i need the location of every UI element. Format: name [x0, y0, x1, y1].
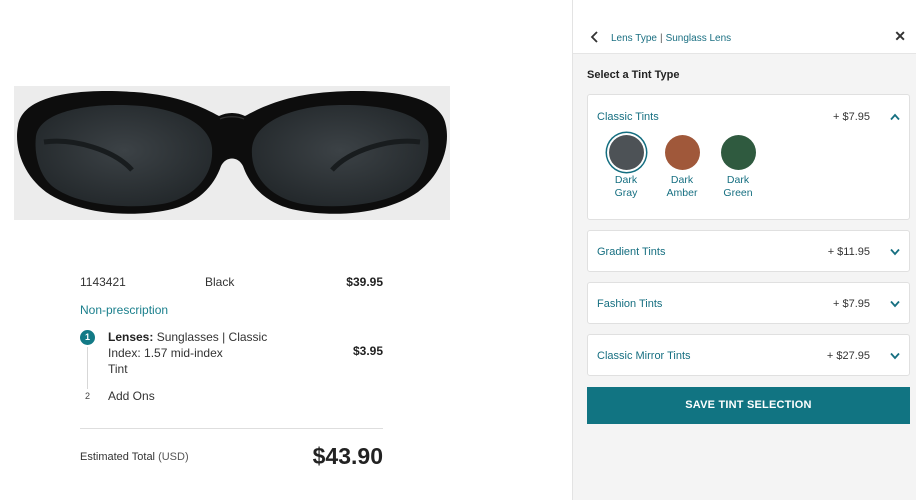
total-amount: $43.90 — [312, 443, 383, 469]
accordion-classic-tints: Classic Tints + $7.95 Dark Gray Dark Amber… — [587, 94, 910, 220]
accordion-price: + $7.95 — [832, 298, 870, 310]
step-number-badge: 1 — [80, 330, 95, 345]
chevron-down-icon[interactable] — [890, 300, 900, 308]
index-label: Index: — [108, 346, 141, 360]
swatch-label-line1: Dark — [670, 174, 694, 186]
save-tint-selection-button[interactable]: SAVE TINT SELECTION — [587, 387, 910, 424]
chevron-left-icon[interactable] — [589, 31, 601, 43]
swatch-label-line2: Amber — [666, 187, 698, 199]
total-label: Estimated Total — [80, 451, 156, 463]
accordion-label[interactable]: Fashion Tints — [597, 298, 662, 310]
breadcrumb-sunglass-lens[interactable]: Sunglass Lens — [666, 33, 732, 44]
step-connector — [87, 347, 88, 389]
tint-swatch-dark-gray[interactable]: Dark Gray — [600, 135, 652, 200]
accordion-price: + $7.95 — [832, 111, 870, 123]
add-ons-label: Add Ons — [108, 389, 155, 403]
total-row: Estimated Total (USD) $43.90 — [80, 429, 383, 477]
tint-panel: Lens Type | Sunglass Lens ✕ Select a Tint … — [572, 0, 916, 500]
breadcrumb-lens-type[interactable]: Lens Type — [611, 33, 657, 44]
chevron-down-icon[interactable] — [890, 248, 900, 256]
frame-price: $39.95 — [346, 275, 383, 289]
product-color: Black — [205, 275, 235, 289]
swatch-label-line1: Dark — [614, 174, 638, 186]
breadcrumb[interactable]: Lens Type | Sunglass Lens — [611, 33, 731, 44]
product-area: 1143421 Black $39.95 Non-prescription 1 … — [0, 0, 572, 500]
step-lenses: 1 Lenses: Sunglasses | Classic Index: 1.… — [80, 329, 383, 389]
accordion-price: + $27.95 — [826, 350, 870, 362]
total-currency: (USD) — [158, 451, 189, 463]
product-row: 1143421 Black $39.95 — [80, 270, 383, 292]
accordion-price: + $11.95 — [827, 246, 870, 258]
section-title: Select a Tint Type — [587, 69, 680, 81]
product-sku: 1143421 — [80, 275, 126, 289]
close-icon[interactable]: ✕ — [894, 28, 906, 45]
tint-swatch-dark-green[interactable]: Dark Green — [712, 135, 764, 200]
lens-price: $3.95 — [352, 344, 383, 358]
swatch-color — [720, 135, 756, 170]
lenses-label: Lenses: — [108, 330, 154, 344]
lenses-value: Sunglasses | Classic — [156, 330, 268, 344]
step-add-ons[interactable]: 2 Add Ons — [80, 388, 383, 404]
breadcrumb-separator: | — [659, 33, 663, 44]
tint-label: Tint — [108, 362, 128, 376]
accordion-label[interactable]: Classic Mirror Tints — [597, 350, 691, 362]
chevron-up-icon[interactable] — [890, 113, 900, 121]
swatch-color — [664, 135, 700, 170]
accordion-label[interactable]: Gradient Tints — [597, 246, 665, 258]
lens-steps: 1 Lenses: Sunglasses | Classic Index: 1.… — [80, 329, 383, 404]
index-value: 1.57 mid-index — [144, 346, 223, 360]
prescription-type: Non-prescription — [80, 303, 169, 317]
accordion-label[interactable]: Classic Tints — [597, 111, 659, 123]
accordion-gradient-tints[interactable]: Gradient Tints + $11.95 — [587, 230, 910, 272]
swatch-label-line1: Dark — [726, 174, 750, 186]
sunglasses-image — [14, 86, 450, 220]
swatch-label-line2: Green — [723, 187, 753, 199]
accordion-classic-mirror-tints[interactable]: Classic Mirror Tints + $27.95 — [587, 334, 910, 376]
order-summary: 1143421 Black $39.95 Non-prescription 1 … — [80, 270, 383, 477]
tint-swatch-dark-amber[interactable]: Dark Amber — [656, 135, 708, 200]
accordion-fashion-tints[interactable]: Fashion Tints + $7.95 — [587, 282, 910, 324]
panel-header: Lens Type | Sunglass Lens ✕ — [573, 0, 916, 54]
step-number-badge: 2 — [84, 391, 90, 401]
chevron-down-icon[interactable] — [890, 352, 900, 360]
swatch-color — [608, 135, 644, 170]
swatch-label-line2: Gray — [614, 187, 638, 199]
